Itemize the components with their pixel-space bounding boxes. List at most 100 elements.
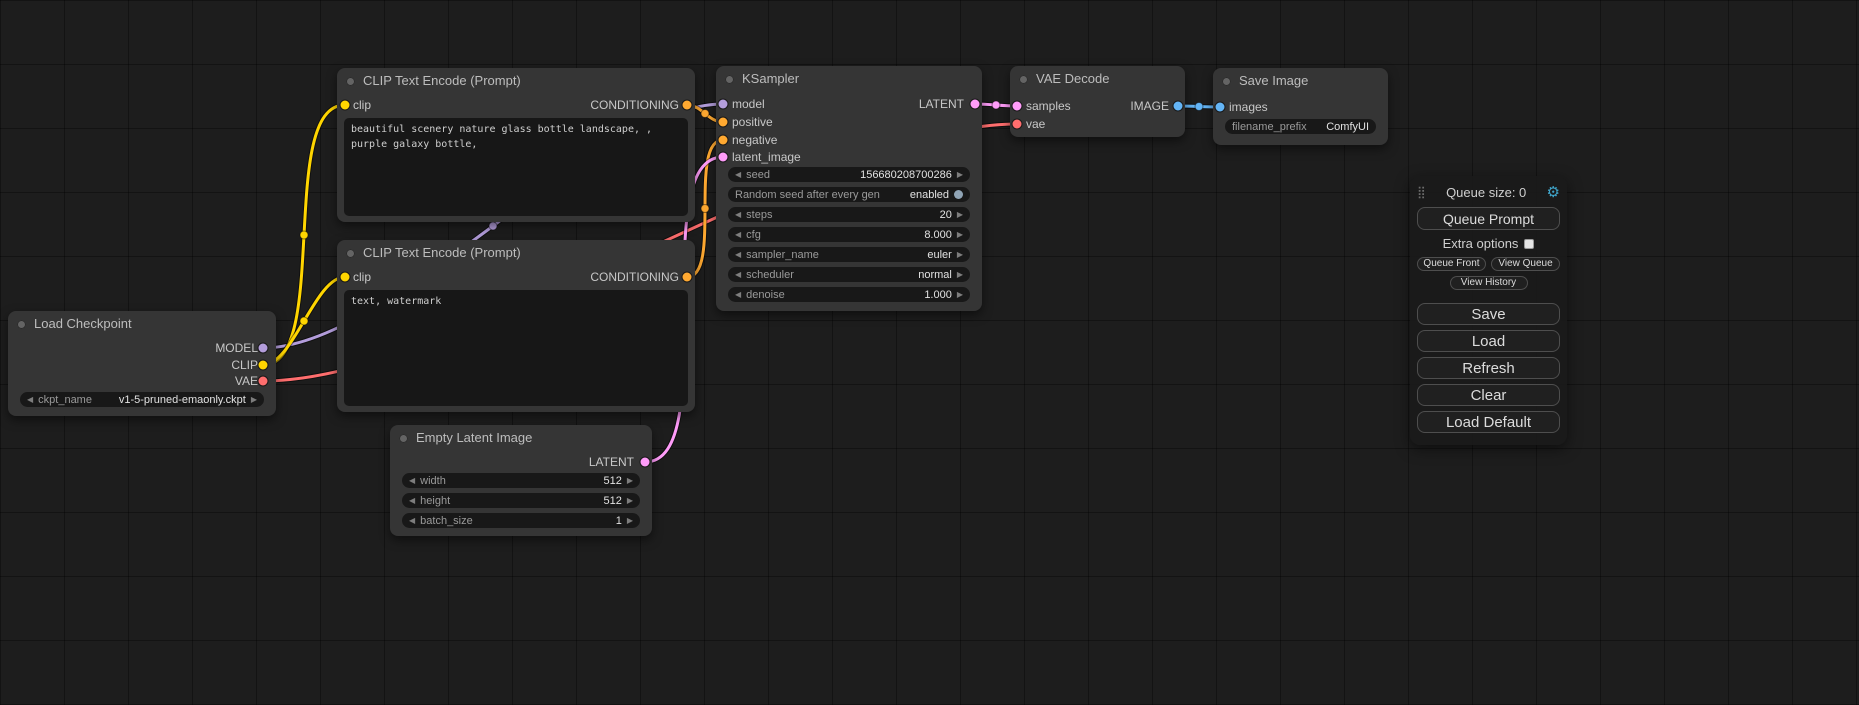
node-title-bar[interactable]: Save Image bbox=[1213, 68, 1388, 94]
widget-cfg[interactable]: ◀ cfg 8.000 ▶ bbox=[728, 227, 970, 242]
widget-seed[interactable]: ◀ seed 156680208700286 ▶ bbox=[728, 167, 970, 182]
widget-width[interactable]: ◀ width 512 ▶ bbox=[402, 473, 640, 488]
collapse-dot-icon[interactable] bbox=[1019, 75, 1028, 84]
input-label-positive: positive bbox=[732, 115, 773, 129]
input-label-vae: vae bbox=[1026, 117, 1045, 131]
input-socket-clip[interactable] bbox=[341, 101, 350, 110]
node-title-bar[interactable]: Empty Latent Image bbox=[390, 425, 652, 451]
save-button[interactable]: Save bbox=[1417, 303, 1560, 325]
node-title-bar[interactable]: KSampler bbox=[716, 66, 982, 92]
output-socket-latent[interactable] bbox=[641, 458, 650, 467]
increment-arrow-icon[interactable]: ▶ bbox=[957, 167, 963, 182]
decrement-arrow-icon[interactable]: ◀ bbox=[735, 167, 741, 182]
widget-steps[interactable]: ◀ steps 20 ▶ bbox=[728, 207, 970, 222]
input-socket-samples[interactable] bbox=[1013, 102, 1022, 111]
collapse-dot-icon[interactable] bbox=[346, 77, 355, 86]
input-socket-vae[interactable] bbox=[1013, 120, 1022, 129]
decrement-arrow-icon[interactable]: ◀ bbox=[409, 473, 415, 488]
node-clip-text-encode-positive[interactable]: CLIP Text Encode (Prompt) clip CONDITION… bbox=[337, 68, 695, 222]
decrement-arrow-icon[interactable]: ◀ bbox=[409, 513, 415, 528]
node-save-image[interactable]: Save Image images filename_prefix ComfyU… bbox=[1213, 68, 1388, 145]
load-button[interactable]: Load bbox=[1417, 330, 1560, 352]
node-ksampler[interactable]: KSampler model positive negative latent_… bbox=[716, 66, 982, 311]
input-socket-positive[interactable] bbox=[719, 118, 728, 127]
increment-arrow-icon[interactable]: ▶ bbox=[957, 227, 963, 242]
decrement-arrow-icon[interactable]: ◀ bbox=[409, 493, 415, 508]
node-title-bar[interactable]: Load Checkpoint bbox=[8, 311, 276, 337]
node-title-bar[interactable]: CLIP Text Encode (Prompt) bbox=[337, 240, 695, 266]
queue-buttons-row: Queue Front View Queue bbox=[1417, 257, 1560, 271]
increment-arrow-icon[interactable]: ▶ bbox=[627, 513, 633, 528]
collapse-dot-icon[interactable] bbox=[346, 249, 355, 258]
output-socket-vae[interactable] bbox=[259, 377, 268, 386]
decrement-arrow-icon[interactable]: ◀ bbox=[735, 267, 741, 282]
increment-arrow-icon[interactable]: ▶ bbox=[957, 207, 963, 222]
decrement-arrow-icon[interactable]: ◀ bbox=[735, 247, 741, 262]
view-history-button[interactable]: View History bbox=[1450, 276, 1528, 290]
output-socket-image[interactable] bbox=[1174, 102, 1183, 111]
drag-handle-icon[interactable]: ⣿ bbox=[1417, 185, 1426, 199]
increment-arrow-icon[interactable]: ▶ bbox=[957, 267, 963, 282]
output-socket-model[interactable] bbox=[259, 344, 268, 353]
node-title-bar[interactable]: CLIP Text Encode (Prompt) bbox=[337, 68, 695, 94]
queue-prompt-button[interactable]: Queue Prompt bbox=[1417, 207, 1560, 230]
refresh-button[interactable]: Refresh bbox=[1417, 357, 1560, 379]
widget-label: scheduler bbox=[746, 269, 794, 281]
output-label-latent: LATENT bbox=[919, 97, 964, 111]
decrement-arrow-icon[interactable]: ◀ bbox=[735, 287, 741, 302]
collapse-dot-icon[interactable] bbox=[1222, 77, 1231, 86]
output-label-model: MODEL bbox=[215, 341, 258, 355]
widget-scheduler[interactable]: ◀ scheduler normal ▶ bbox=[728, 267, 970, 282]
output-socket-conditioning[interactable] bbox=[683, 273, 692, 282]
input-socket-clip[interactable] bbox=[341, 273, 350, 282]
widget-label: batch_size bbox=[420, 515, 473, 527]
toggle-dot-icon[interactable] bbox=[954, 190, 963, 199]
node-clip-text-encode-negative[interactable]: CLIP Text Encode (Prompt) clip CONDITION… bbox=[337, 240, 695, 412]
widget-sampler-name[interactable]: ◀ sampler_name euler ▶ bbox=[728, 247, 970, 262]
output-socket-conditioning[interactable] bbox=[683, 101, 692, 110]
decrement-arrow-icon[interactable]: ◀ bbox=[735, 207, 741, 222]
input-label-images: images bbox=[1229, 100, 1268, 114]
widget-label: steps bbox=[746, 209, 772, 221]
widget-value: v1-5-pruned-emaonly.ckpt bbox=[119, 394, 246, 406]
queue-front-button[interactable]: Queue Front bbox=[1417, 257, 1486, 271]
extra-options-checkbox[interactable] bbox=[1524, 239, 1534, 249]
decrement-arrow-icon[interactable]: ◀ bbox=[735, 227, 741, 242]
widget-height[interactable]: ◀ height 512 ▶ bbox=[402, 493, 640, 508]
increment-arrow-icon[interactable]: ▶ bbox=[251, 392, 257, 407]
prompt-textarea[interactable]: text, watermark bbox=[344, 290, 688, 406]
widget-filename-prefix[interactable]: filename_prefix ComfyUI bbox=[1225, 119, 1376, 134]
input-socket-latent-image[interactable] bbox=[719, 153, 728, 162]
collapse-dot-icon[interactable] bbox=[725, 75, 734, 84]
widget-denoise[interactable]: ◀ denoise 1.000 ▶ bbox=[728, 287, 970, 302]
load-default-button[interactable]: Load Default bbox=[1417, 411, 1560, 433]
decrement-arrow-icon[interactable]: ◀ bbox=[27, 392, 33, 407]
output-socket-latent[interactable] bbox=[971, 100, 980, 109]
input-label-negative: negative bbox=[732, 133, 777, 147]
input-socket-images[interactable] bbox=[1216, 103, 1225, 112]
widget-value: 1 bbox=[616, 515, 622, 527]
node-load-checkpoint[interactable]: Load Checkpoint MODEL CLIP VAE ◀ ckpt_na… bbox=[8, 311, 276, 416]
collapse-dot-icon[interactable] bbox=[399, 434, 408, 443]
input-socket-negative[interactable] bbox=[719, 136, 728, 145]
collapse-dot-icon[interactable] bbox=[17, 320, 26, 329]
node-title-bar[interactable]: VAE Decode bbox=[1010, 66, 1185, 92]
increment-arrow-icon[interactable]: ▶ bbox=[627, 493, 633, 508]
widget-batch-size[interactable]: ◀ batch_size 1 ▶ bbox=[402, 513, 640, 528]
settings-gear-icon[interactable]: ⚙ bbox=[1547, 183, 1560, 201]
output-socket-clip[interactable] bbox=[259, 361, 268, 370]
widget-ckpt-name[interactable]: ◀ ckpt_name v1-5-pruned-emaonly.ckpt ▶ bbox=[20, 392, 264, 407]
input-socket-model[interactable] bbox=[719, 100, 728, 109]
widget-random-seed-toggle[interactable]: Random seed after every gen enabled bbox=[728, 187, 970, 202]
prompt-textarea[interactable]: beautiful scenery nature glass bottle la… bbox=[344, 118, 688, 216]
increment-arrow-icon[interactable]: ▶ bbox=[957, 287, 963, 302]
input-label-clip: clip bbox=[353, 270, 371, 284]
node-empty-latent-image[interactable]: Empty Latent Image LATENT ◀ width 512 ▶ … bbox=[390, 425, 652, 536]
graph-canvas[interactable]: Load Checkpoint MODEL CLIP VAE ◀ ckpt_na… bbox=[0, 0, 1859, 705]
increment-arrow-icon[interactable]: ▶ bbox=[627, 473, 633, 488]
node-title: VAE Decode bbox=[1036, 71, 1109, 86]
view-queue-button[interactable]: View Queue bbox=[1491, 257, 1560, 271]
increment-arrow-icon[interactable]: ▶ bbox=[957, 247, 963, 262]
node-vae-decode[interactable]: VAE Decode samples vae IMAGE bbox=[1010, 66, 1185, 137]
clear-button[interactable]: Clear bbox=[1417, 384, 1560, 406]
